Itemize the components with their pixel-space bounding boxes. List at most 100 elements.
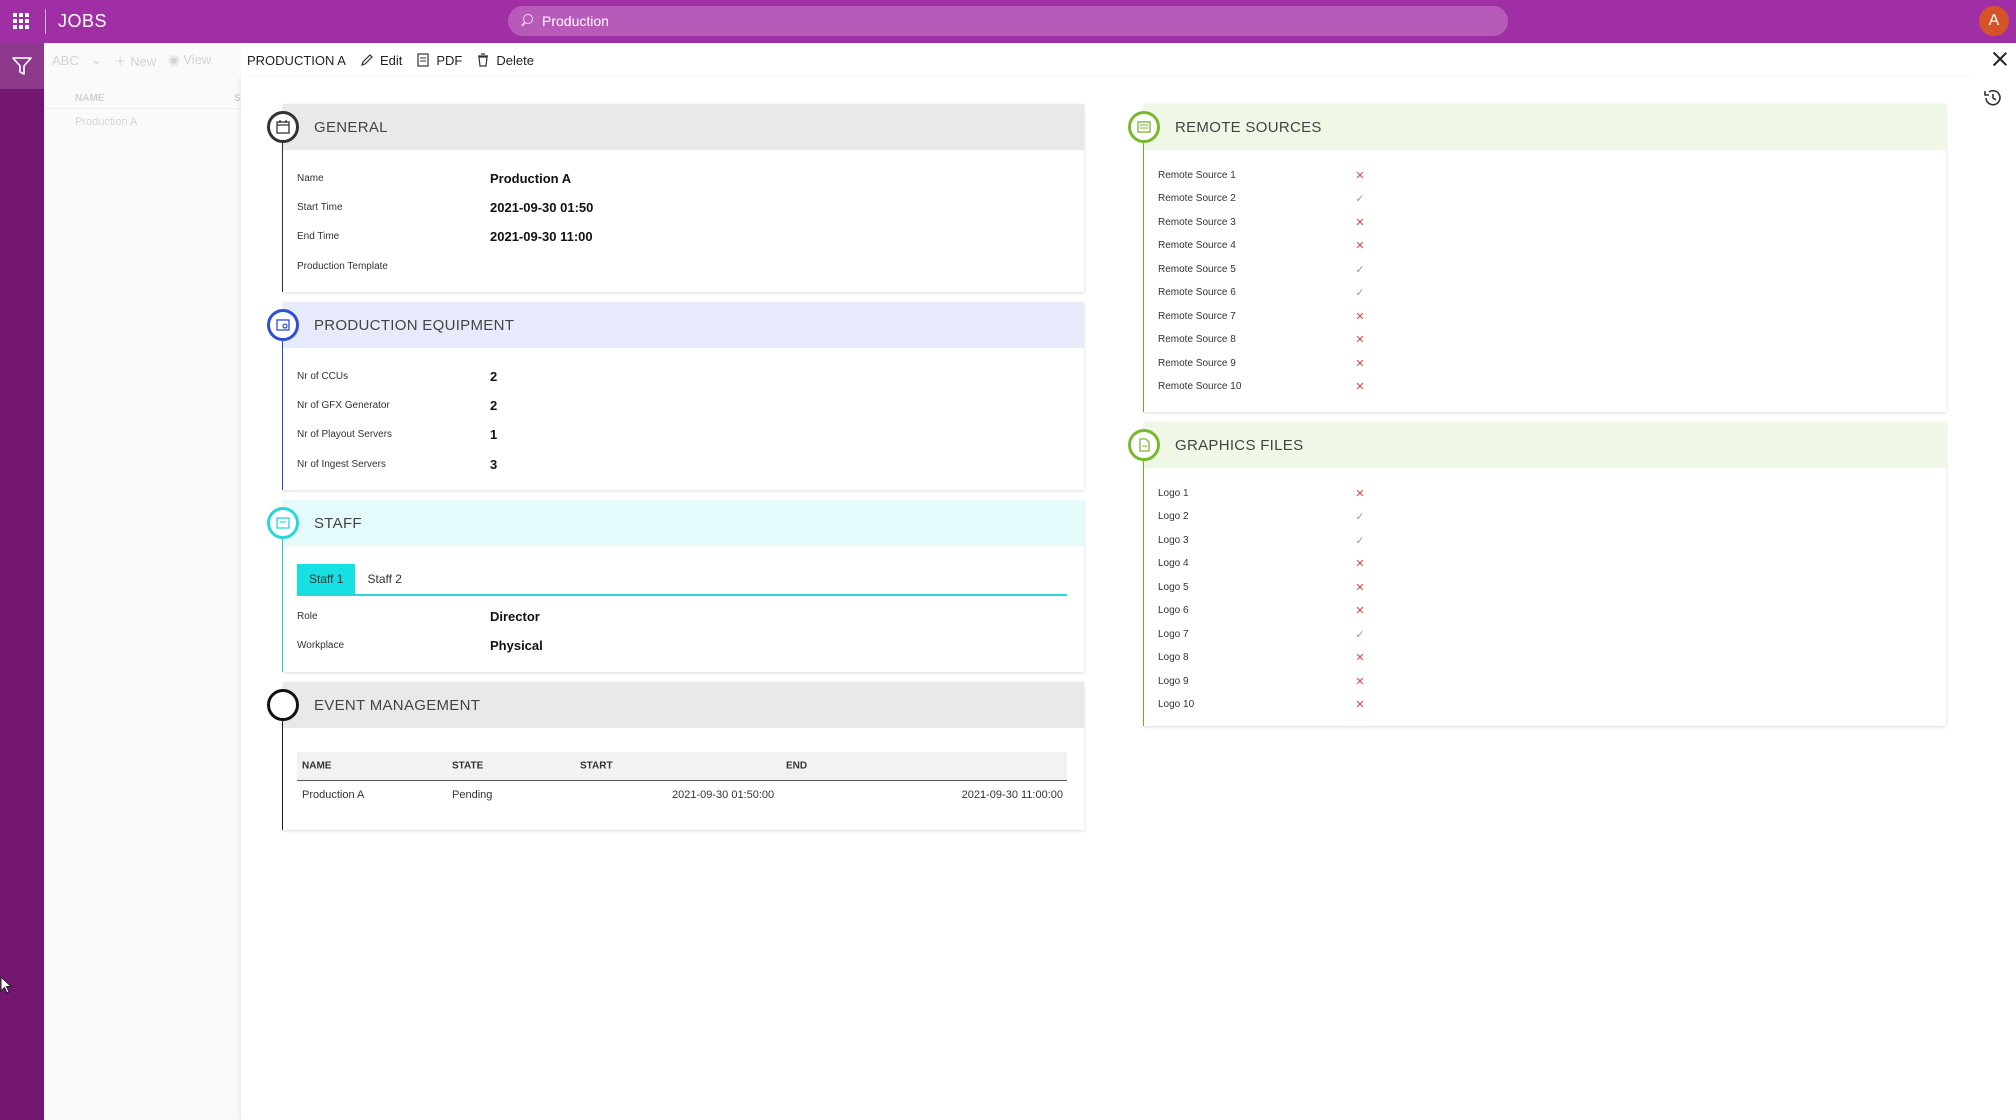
history-icon[interactable] bbox=[1981, 86, 2005, 110]
list-item-label: Remote Source 5 bbox=[1158, 263, 1236, 275]
events-header: EVENT MANAGEMENT bbox=[283, 682, 1084, 728]
tab-staff-2[interactable]: Staff 2 bbox=[355, 564, 413, 594]
chevron-down-icon[interactable]: ⌄ bbox=[91, 52, 102, 68]
list-item-label: Remote Source 10 bbox=[1158, 381, 1242, 392]
check-icon: ✓ bbox=[1355, 534, 1365, 547]
field-ccus: Nr of CCUs 2 bbox=[297, 366, 497, 386]
graphics-file-row: Logo 4 ✕ bbox=[1158, 554, 1366, 574]
graphics-file-row: Logo 5 ✕ bbox=[1158, 577, 1366, 597]
staff-title: STAFF bbox=[314, 514, 362, 532]
field-label: Nr of CCUs bbox=[297, 370, 349, 382]
list-item-label: Remote Source 3 bbox=[1158, 216, 1236, 228]
list-item-label: Production A bbox=[75, 116, 138, 128]
list-item-label: Remote Source 6 bbox=[1158, 287, 1236, 298]
tab-staff-1[interactable]: Staff 1 bbox=[297, 564, 356, 594]
field-label: Workplace bbox=[297, 639, 345, 651]
pdf-label: PDF bbox=[436, 52, 463, 68]
list-item-label: Logo 10 bbox=[1158, 699, 1195, 710]
graphics-file-row: Logo 8 ✕ bbox=[1158, 648, 1366, 668]
staff-section: STAFF Staff 1 Staff 2 Role Director Work… bbox=[283, 500, 1084, 672]
detail-title: PRODUCTION A bbox=[247, 52, 346, 68]
field-ingest-servers: Nr of Ingest Servers 3 bbox=[297, 454, 497, 474]
graphics-file-row: Logo 1 ✕ bbox=[1158, 483, 1366, 503]
list-item-label: Logo 8 bbox=[1158, 652, 1189, 663]
view-button[interactable]: ◉ View bbox=[168, 52, 211, 68]
check-icon: ✓ bbox=[1355, 193, 1365, 205]
cross-icon: ✕ bbox=[1355, 169, 1365, 182]
cross-icon: ✕ bbox=[1355, 675, 1365, 688]
list-item-label: Remote Source 7 bbox=[1158, 310, 1236, 322]
column-start: START bbox=[580, 760, 613, 772]
filter-button[interactable] bbox=[0, 43, 44, 89]
field-label: Nr of Playout Servers bbox=[297, 428, 393, 440]
list-item[interactable]: Production A bbox=[44, 111, 241, 133]
table-row[interactable]: Production A Pending 2021-09-30 01:50:00… bbox=[297, 781, 1067, 809]
list-item-label: Logo 7 bbox=[1158, 628, 1189, 640]
field-value: 2 bbox=[490, 368, 498, 384]
field-label: Nr of GFX Generator bbox=[297, 399, 390, 411]
remote-source-row: Remote Source 9 ✕ bbox=[1158, 353, 1366, 373]
app-title: JOBS bbox=[58, 11, 108, 31]
events-table: NAME STATE START END Production A Pendin… bbox=[297, 752, 1067, 809]
staff-tabs: Staff 1 Staff 2 bbox=[297, 564, 1067, 596]
cross-icon: ✕ bbox=[1355, 381, 1365, 393]
remote-sources-title: REMOTE SOURCES bbox=[1175, 118, 1322, 136]
list-pane: ABC ⌄ ＋ New ◉ View NAME S Production A bbox=[44, 43, 241, 1120]
field-playout-servers: Nr of Playout Servers 1 bbox=[297, 424, 497, 444]
pdf-icon bbox=[417, 53, 429, 67]
graphics-file-row: Logo 2 ✓ bbox=[1158, 507, 1366, 527]
events-title: EVENT MANAGEMENT bbox=[314, 696, 481, 714]
remote-source-row: Remote Source 7 ✕ bbox=[1158, 306, 1366, 326]
events-section: EVENT MANAGEMENT NAME STATE START END Pr… bbox=[283, 682, 1084, 830]
abc-sort-button[interactable]: ABC bbox=[52, 53, 79, 68]
top-divider bbox=[45, 9, 46, 34]
column-name: NAME bbox=[75, 93, 105, 104]
search-icon bbox=[520, 14, 534, 28]
cross-icon: ✕ bbox=[1355, 652, 1365, 664]
view-label: View bbox=[183, 52, 212, 67]
cross-icon: ✕ bbox=[1355, 605, 1365, 617]
app-launcher-icon[interactable] bbox=[13, 13, 29, 29]
column-state: STATE bbox=[452, 760, 484, 772]
cross-icon: ✕ bbox=[1355, 216, 1365, 229]
search-input[interactable]: Production bbox=[508, 6, 1508, 36]
detail-toolbar: PRODUCTION A Edit PDF Delete bbox=[241, 43, 2016, 77]
new-button[interactable]: ＋ New bbox=[114, 51, 157, 70]
remote-source-row: Remote Source 4 ✕ bbox=[1158, 236, 1366, 256]
field-value: 2 bbox=[490, 397, 498, 413]
column-end: END bbox=[786, 760, 808, 772]
list-item-label: Logo 9 bbox=[1158, 675, 1189, 687]
remote-source-row: Remote Source 1 ✕ bbox=[1158, 165, 1366, 185]
field-label: Production Template bbox=[297, 260, 388, 272]
field-production-template: Production Template bbox=[297, 256, 490, 276]
mouse-cursor-icon bbox=[0, 976, 12, 994]
cell-state: Pending bbox=[452, 789, 493, 801]
graphics-file-row: Logo 6 ✕ bbox=[1158, 601, 1366, 621]
remote-sources-section: REMOTE SOURCES Remote Source 1 ✕ Remote So… bbox=[1144, 104, 1946, 412]
delete-label: Delete bbox=[496, 52, 534, 68]
column-name: NAME bbox=[302, 760, 332, 772]
staff-header: STAFF bbox=[283, 500, 1084, 546]
cross-icon: ✕ bbox=[1355, 581, 1365, 594]
field-start-time: Start Time 2021-09-30 01:50 bbox=[297, 197, 593, 217]
pdf-button[interactable]: PDF bbox=[416, 53, 462, 68]
cell-end: 2021-09-30 11:00:00 bbox=[961, 789, 1063, 801]
cross-icon: ✕ bbox=[1355, 487, 1365, 500]
cell-name: Production A bbox=[302, 789, 365, 801]
equipment-header: PRODUCTION EQUIPMENT bbox=[283, 302, 1084, 348]
edit-button[interactable]: Edit bbox=[360, 53, 402, 68]
file-icon bbox=[1128, 429, 1160, 461]
remote-source-row: Remote Source 5 ✓ bbox=[1158, 259, 1366, 279]
filter-icon bbox=[12, 57, 32, 75]
avatar[interactable]: A bbox=[1979, 6, 2009, 36]
delete-button[interactable]: Delete bbox=[476, 53, 534, 68]
graphics-files-header: GRAPHICS FILES bbox=[1144, 422, 1946, 468]
list-item-label: Logo 1 bbox=[1158, 487, 1189, 499]
list-column-header: NAME S bbox=[44, 89, 241, 109]
close-icon[interactable] bbox=[1991, 50, 2009, 68]
field-value: 1 bbox=[490, 426, 498, 442]
cross-icon: ✕ bbox=[1355, 334, 1365, 346]
field-value: Production A bbox=[490, 170, 572, 186]
column-s: S bbox=[234, 93, 241, 104]
remote-source-row: Remote Source 2 ✓ bbox=[1158, 189, 1366, 209]
